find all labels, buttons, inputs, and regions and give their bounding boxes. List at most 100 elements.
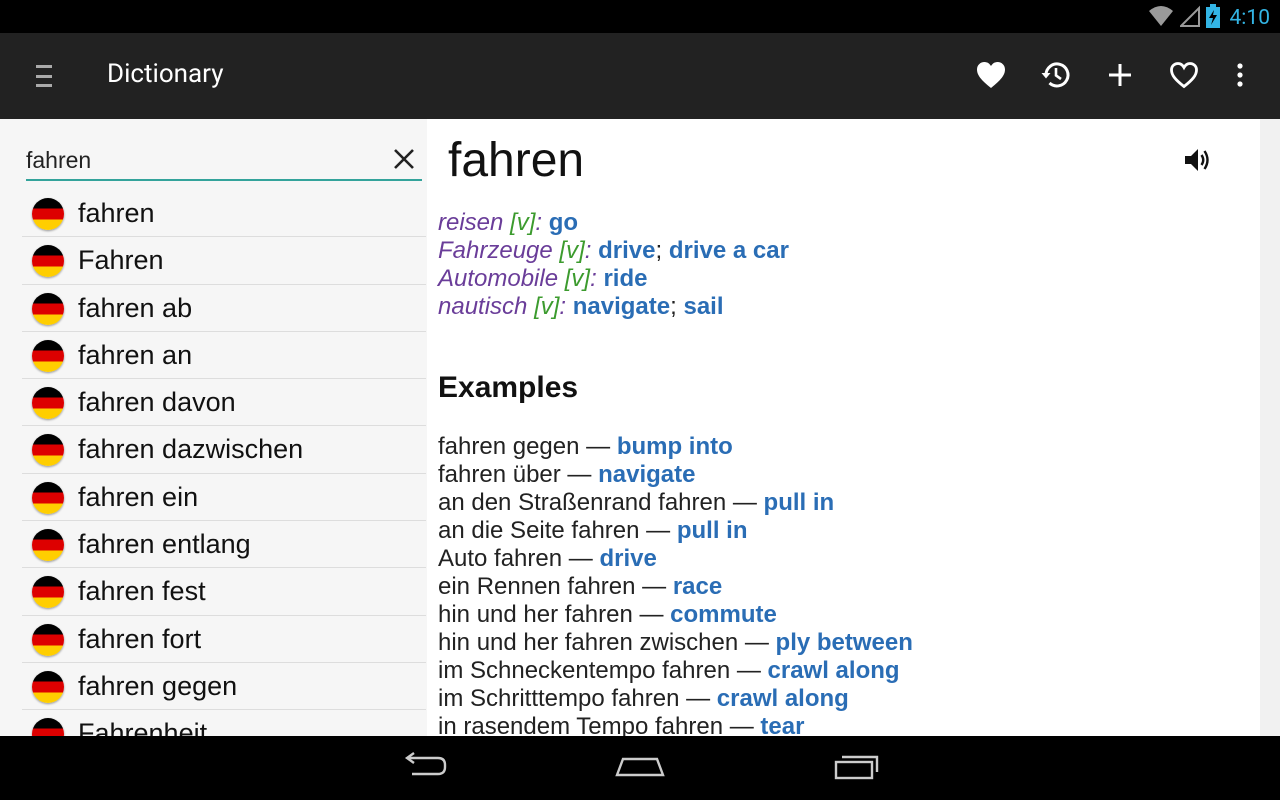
result-label: fahren ein <box>78 481 199 512</box>
translation-link[interactable]: ride <box>603 265 647 292</box>
definition-line: nautisch [v]: navigate; sail <box>438 293 724 320</box>
favorites-list-button[interactable] <box>971 57 1011 97</box>
example-translation[interactable]: drive <box>599 545 656 572</box>
result-item[interactable]: Fahren <box>22 237 426 285</box>
example-translation[interactable]: crawl along <box>768 657 900 684</box>
example-translation[interactable]: ply between <box>776 629 913 656</box>
result-label: fahren fest <box>78 576 206 607</box>
example-line: fahren gegen — bump into <box>438 433 733 460</box>
example-line: im Schneckentempo fahren — crawl along <box>438 657 900 684</box>
examples-heading: Examples <box>438 371 579 404</box>
result-label: fahren an <box>78 339 193 370</box>
example-translation[interactable]: commute <box>670 601 777 628</box>
result-item[interactable]: fahren ein <box>22 474 426 522</box>
status-bar: 4:10 <box>0 0 1280 33</box>
definition-line: Fahrzeuge [v]: drive; drive a car <box>438 237 789 264</box>
result-item[interactable]: fahren entlang <box>22 521 426 569</box>
german-flag-icon <box>32 434 64 467</box>
german-flag-icon <box>32 576 64 609</box>
pronounce-button[interactable] <box>1182 145 1212 175</box>
translation-link[interactable]: sail <box>683 293 723 320</box>
search-field <box>26 141 422 181</box>
heart-filled-icon <box>976 61 1006 93</box>
result-item[interactable]: fahren an <box>22 332 426 380</box>
german-flag-icon <box>32 387 64 420</box>
german-flag-icon <box>32 529 64 562</box>
translation-link[interactable]: navigate <box>573 293 670 320</box>
example-line: fahren über — navigate <box>438 461 696 488</box>
example-translation[interactable]: pull in <box>677 517 748 544</box>
recent-apps-button[interactable] <box>826 750 886 786</box>
part-of-speech: [v] <box>510 209 536 236</box>
example-phrase: Auto fahren <box>438 545 563 572</box>
example-translation[interactable]: tear <box>760 713 804 736</box>
example-translation[interactable]: crawl along <box>717 685 849 712</box>
drawer-menu-icon[interactable] <box>36 65 52 87</box>
history-button[interactable] <box>1036 57 1076 97</box>
examples: fahren gegen — bump into fahren über — na… <box>438 433 913 736</box>
example-phrase: in rasendem Tempo fahren <box>438 713 724 736</box>
plus-icon <box>1109 64 1131 90</box>
german-flag-icon <box>32 718 64 736</box>
content-area: fahren Fahren fahren ab fahren an fahren dav… <box>0 119 1280 736</box>
result-label: fahren gegen <box>78 670 238 701</box>
search-pane: fahren Fahren fahren ab fahren an fahren dav… <box>0 119 427 736</box>
result-item[interactable]: fahren ab <box>22 285 426 332</box>
recent-apps-icon <box>832 752 880 784</box>
example-translation[interactable]: pull in <box>764 489 835 516</box>
favorite-button[interactable] <box>1164 57 1204 97</box>
example-phrase: ein Rennen fahren <box>438 573 636 600</box>
result-item[interactable]: fahren <box>22 190 426 238</box>
overflow-menu-button[interactable] <box>1220 57 1260 97</box>
part-of-speech: [v] <box>559 237 585 264</box>
definition-domain: Fahrzeuge <box>438 237 553 264</box>
home-button[interactable] <box>610 750 670 786</box>
part-of-speech: [v] <box>564 265 591 292</box>
example-phrase: an die Seite fahren <box>438 517 640 544</box>
wifi-icon <box>1148 5 1174 31</box>
back-button[interactable] <box>394 750 454 786</box>
headword: fahren <box>448 134 585 187</box>
home-icon <box>615 753 665 783</box>
example-line: in rasendem Tempo fahren — tear <box>438 713 913 736</box>
example-translation[interactable]: navigate <box>598 461 695 488</box>
add-button[interactable] <box>1100 57 1140 97</box>
example-phrase: im Schritttempo fahren <box>438 685 680 712</box>
example-phrase: hin und her fahren <box>438 601 633 628</box>
close-icon <box>392 149 416 175</box>
result-label: Fahren <box>78 245 164 276</box>
result-item[interactable]: fahren fort <box>22 616 426 663</box>
example-line: Auto fahren — drive <box>438 545 657 572</box>
translation-link[interactable]: drive a car <box>669 237 789 264</box>
translation-link[interactable]: go <box>549 209 578 236</box>
back-icon <box>400 752 448 784</box>
result-label: fahren dazwischen <box>78 434 304 465</box>
heart-outline-icon <box>1169 61 1199 93</box>
german-flag-icon <box>32 245 64 278</box>
clear-search-button[interactable] <box>392 147 416 171</box>
result-label: fahren fort <box>78 623 202 654</box>
result-item[interactable]: fahren davon <box>22 379 426 427</box>
example-phrase: hin und her fahren zwischen <box>438 629 739 656</box>
example-translation[interactable]: race <box>673 573 722 600</box>
battery-charging-icon <box>1205 4 1220 32</box>
right-margin <box>1260 119 1280 736</box>
search-input[interactable] <box>26 145 386 175</box>
result-item[interactable]: fahren gegen <box>22 663 426 711</box>
example-phrase: an den Straßenrand fahren <box>438 489 727 516</box>
german-flag-icon <box>32 670 64 703</box>
result-item[interactable]: fahren dazwischen <box>22 426 426 474</box>
translation-link[interactable]: drive <box>598 237 655 264</box>
example-line: an die Seite fahren — pull in <box>438 517 748 544</box>
german-flag-icon <box>32 339 64 372</box>
example-line: hin und her fahren zwischen — ply betwee… <box>438 629 913 656</box>
example-phrase: im Schneckentempo fahren <box>438 657 731 684</box>
result-item[interactable]: Fahrenheit <box>22 710 426 736</box>
example-translation[interactable]: bump into <box>617 433 733 460</box>
german-flag-icon <box>32 623 64 656</box>
navigation-bar <box>0 736 1280 800</box>
german-flag-icon <box>32 481 64 514</box>
definition-domain: nautisch <box>438 293 528 320</box>
german-flag-icon <box>32 198 64 230</box>
result-item[interactable]: fahren fest <box>22 568 426 616</box>
